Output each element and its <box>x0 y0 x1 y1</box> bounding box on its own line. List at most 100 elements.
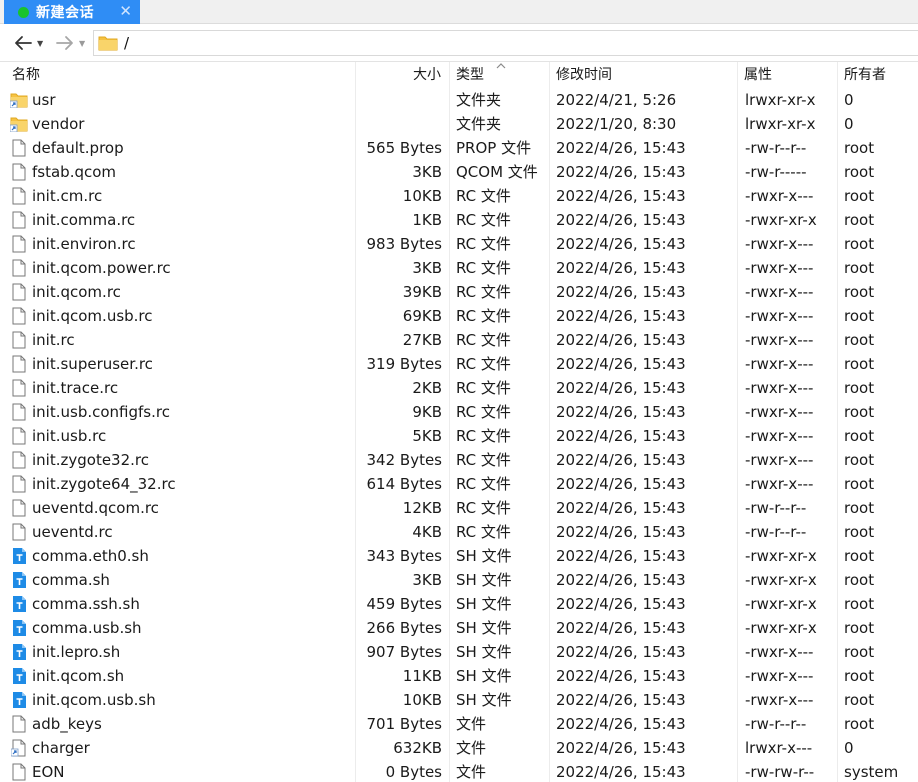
file-name: ueventd.rc <box>32 523 113 541</box>
file-row[interactable]: init.usb.rc 5KB RC 文件 2022/4/26, 15:43 -rwxr… <box>0 424 918 448</box>
file-name-cell[interactable]: init.cm.rc <box>10 184 354 208</box>
file-name-cell[interactable]: ueventd.rc <box>10 520 354 544</box>
file-name-cell[interactable]: init.lepro.sh <box>10 640 354 664</box>
file-row[interactable]: init.zygote32.rc 342 Bytes RC 文件 2022/4/26,… <box>0 448 918 472</box>
file-name-cell[interactable]: init.trace.rc <box>10 376 354 400</box>
file-size: 10KB <box>402 691 442 709</box>
file-row[interactable]: vendor 文件夹 2022/1/20, 8:30 lrwxr-xr-x 0 <box>0 112 918 136</box>
file-owner: root <box>844 475 875 493</box>
file-type: SH 文件 <box>456 547 512 565</box>
file-attributes: lrwxr-xr-x <box>745 115 816 133</box>
file-size: 12KB <box>402 499 442 517</box>
file-name-cell[interactable]: init.zygote32.rc <box>10 448 354 472</box>
file-name: init.superuser.rc <box>32 355 153 373</box>
file-row[interactable]: comma.ssh.sh 459 Bytes SH 文件 2022/4/26, 15:… <box>0 592 918 616</box>
file-row[interactable]: init.rc 27KB RC 文件 2022/4/26, 15:43 -rwxr-x-… <box>0 328 918 352</box>
file-name-cell[interactable]: init.zygote64_32.rc <box>10 472 354 496</box>
file-name-cell[interactable]: EON <box>10 760 354 782</box>
file-name: default.prop <box>32 139 124 157</box>
forward-history-dropdown-icon[interactable]: ▼ <box>79 39 85 48</box>
file-row[interactable]: init.usb.configfs.rc 9KB RC 文件 2022/4/26, 1… <box>0 400 918 424</box>
file-name-cell[interactable]: init.comma.rc <box>10 208 354 232</box>
file-name-cell[interactable]: charger <box>10 736 354 760</box>
file-row[interactable]: init.comma.rc 1KB RC 文件 2022/4/26, 15:43 -rw… <box>0 208 918 232</box>
back-history-dropdown-icon[interactable]: ▼ <box>37 39 43 48</box>
file-row[interactable]: init.qcom.rc 39KB RC 文件 2022/4/26, 15:43 -rw… <box>0 280 918 304</box>
file-name-cell[interactable]: default.prop <box>10 136 354 160</box>
file-row[interactable]: init.trace.rc 2KB RC 文件 2022/4/26, 15:43 -rw… <box>0 376 918 400</box>
file-modified-time: 2022/4/26, 15:43 <box>556 355 686 373</box>
forward-button[interactable]: ▼ <box>56 32 85 54</box>
file-owner: root <box>844 163 875 181</box>
file-name-cell[interactable]: comma.eth0.sh <box>10 544 354 568</box>
file-attributes: -rwxr-x--- <box>745 691 814 709</box>
back-button[interactable]: ▼ <box>14 32 43 54</box>
file-icon <box>10 234 28 254</box>
file-name-cell[interactable]: init.qcom.rc <box>10 280 354 304</box>
file-row[interactable]: init.qcom.usb.sh 10KB SH 文件 2022/4/26, 15:4… <box>0 688 918 712</box>
close-tab-icon[interactable]: ✕ <box>119 3 132 19</box>
file-row[interactable]: EON 0 Bytes 文件 2022/4/26, 15:43 -rw-rw-r-- sy… <box>0 760 918 782</box>
file-modified-time: 2022/4/26, 15:43 <box>556 187 686 205</box>
session-tab[interactable]: 新建会话 ✕ <box>4 0 140 24</box>
file-attributes: -rwxr-x--- <box>745 283 814 301</box>
file-size: 3KB <box>412 571 442 589</box>
file-row[interactable]: init.qcom.sh 11KB SH 文件 2022/4/26, 15:43 -rw… <box>0 664 918 688</box>
file-name-cell[interactable]: init.superuser.rc <box>10 352 354 376</box>
file-attributes: -rw-r--r-- <box>745 139 807 157</box>
file-modified-time: 2022/4/26, 15:43 <box>556 547 686 565</box>
file-attributes: -rw-r--r-- <box>745 715 807 733</box>
column-header-name[interactable]: 名称 <box>0 62 356 88</box>
file-type: RC 文件 <box>456 211 511 229</box>
file-type: RC 文件 <box>456 499 511 517</box>
file-icon <box>10 474 28 494</box>
file-row[interactable]: comma.usb.sh 266 Bytes SH 文件 2022/4/26, 15:… <box>0 616 918 640</box>
column-header-attributes[interactable]: 属性 <box>738 62 838 88</box>
file-name: init.qcom.usb.sh <box>32 691 156 709</box>
column-header-modified[interactable]: 修改时间 <box>550 62 738 88</box>
file-row[interactable]: default.prop 565 Bytes PROP 文件 2022/4/26, 1… <box>0 136 918 160</box>
file-row[interactable]: ueventd.qcom.rc 12KB RC 文件 2022/4/26, 15:43… <box>0 496 918 520</box>
file-name-cell[interactable]: init.environ.rc <box>10 232 354 256</box>
file-name-cell[interactable]: init.usb.configfs.rc <box>10 400 354 424</box>
file-name-cell[interactable]: fstab.qcom <box>10 160 354 184</box>
path-bar[interactable]: / <box>93 30 918 56</box>
file-row[interactable]: init.superuser.rc 319 Bytes RC 文件 2022/4/26… <box>0 352 918 376</box>
file-row[interactable]: ueventd.rc 4KB RC 文件 2022/4/26, 15:43 -rw-r-… <box>0 520 918 544</box>
column-header-size[interactable]: 大小 <box>356 62 450 88</box>
file-row[interactable]: init.lepro.sh 907 Bytes SH 文件 2022/4/26, 15… <box>0 640 918 664</box>
file-row[interactable]: init.cm.rc 10KB RC 文件 2022/4/26, 15:43 -rwxr… <box>0 184 918 208</box>
file-name: comma.eth0.sh <box>32 547 149 565</box>
file-row[interactable]: init.zygote64_32.rc 614 Bytes RC 文件 2022/4/… <box>0 472 918 496</box>
file-modified-time: 2022/1/20, 8:30 <box>556 115 677 133</box>
file-name-cell[interactable]: adb_keys <box>10 712 354 736</box>
file-name-cell[interactable]: comma.ssh.sh <box>10 592 354 616</box>
file-row[interactable]: comma.eth0.sh 343 Bytes SH 文件 2022/4/26, 15… <box>0 544 918 568</box>
file-name-cell[interactable]: init.qcom.sh <box>10 664 354 688</box>
file-type: PROP 文件 <box>456 139 532 157</box>
file-type: RC 文件 <box>456 187 511 205</box>
file-row[interactable]: fstab.qcom 3KB QCOM 文件 2022/4/26, 15:43 -rw-… <box>0 160 918 184</box>
file-row[interactable]: comma.sh 3KB SH 文件 2022/4/26, 15:43 -rwxr-xr… <box>0 568 918 592</box>
file-name-cell[interactable]: comma.sh <box>10 568 354 592</box>
file-size: 5KB <box>412 427 442 445</box>
file-row[interactable]: charger 632KB 文件 2022/4/26, 15:43 lrwxr-x---… <box>0 736 918 760</box>
file-name-cell[interactable]: init.rc <box>10 328 354 352</box>
file-row[interactable]: init.qcom.power.rc 3KB RC 文件 2022/4/26, 15:… <box>0 256 918 280</box>
file-name-cell[interactable]: init.qcom.usb.sh <box>10 688 354 712</box>
file-modified-time: 2022/4/26, 15:43 <box>556 499 686 517</box>
file-name-cell[interactable]: vendor <box>10 112 354 136</box>
file-name-cell[interactable]: comma.usb.sh <box>10 616 354 640</box>
column-header-owner[interactable]: 所有者 <box>838 62 918 88</box>
file-row[interactable]: init.environ.rc 983 Bytes RC 文件 2022/4/26, … <box>0 232 918 256</box>
file-name-cell[interactable]: usr <box>10 88 354 112</box>
file-name-cell[interactable]: init.usb.rc <box>10 424 354 448</box>
file-name-cell[interactable]: init.qcom.power.rc <box>10 256 354 280</box>
file-row[interactable]: adb_keys 701 Bytes 文件 2022/4/26, 15:43 -rw-r… <box>0 712 918 736</box>
file-name-cell[interactable]: init.qcom.usb.rc <box>10 304 354 328</box>
file-row[interactable]: usr 文件夹 2022/4/21, 5:26 lrwxr-xr-x 0 <box>0 88 918 112</box>
file-row[interactable]: init.qcom.usb.rc 69KB RC 文件 2022/4/26, 15:4… <box>0 304 918 328</box>
file-name-cell[interactable]: ueventd.qcom.rc <box>10 496 354 520</box>
file-name: ueventd.qcom.rc <box>32 499 159 517</box>
file-name: charger <box>32 739 90 757</box>
